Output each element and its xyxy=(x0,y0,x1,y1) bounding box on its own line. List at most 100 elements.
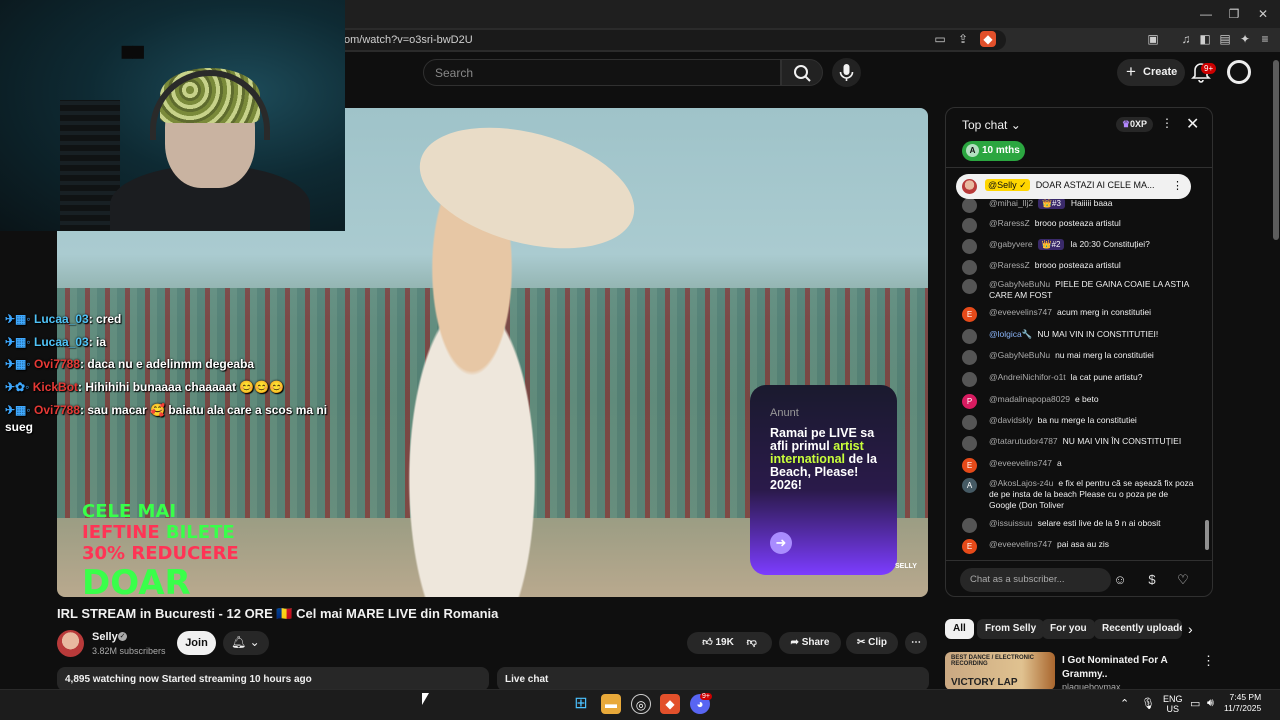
wallet-icon[interactable]: ▤ xyxy=(1217,31,1233,47)
chat-mode-dropdown[interactable]: Top chat ⌄ xyxy=(962,118,1021,132)
chat-author[interactable]: @madalinapopa8029 xyxy=(989,394,1070,404)
chat-author[interactable]: @eveevelins747 xyxy=(989,539,1052,549)
chat-author[interactable]: @RaressZ xyxy=(989,218,1030,228)
chat-avatar[interactable] xyxy=(962,518,977,533)
chat-message[interactable]: @issuissuu selare esti live de la 9 n ai … xyxy=(946,518,1168,533)
chat-author[interactable]: @tatarutudor4787 xyxy=(989,436,1058,446)
more-vertical-icon[interactable]: ⋮ xyxy=(1172,179,1183,192)
chat-avatar[interactable] xyxy=(962,436,977,451)
chat-message[interactable]: E @eveevelins747 a xyxy=(946,458,1070,473)
close-chat-button[interactable]: ✕ xyxy=(1186,114,1199,134)
chat-author[interactable]: @gabyvere xyxy=(989,239,1033,249)
channel-name[interactable]: Selly xyxy=(92,631,118,643)
announcement-card[interactable]: Anunt Ramai pe LIVE sa afli primul artis… xyxy=(750,385,897,575)
chat-author[interactable]: @eveevelins747 xyxy=(989,307,1052,317)
chevron-right-icon[interactable]: › xyxy=(1188,621,1193,637)
chip-all[interactable]: All xyxy=(945,619,974,639)
chat-avatar[interactable] xyxy=(962,198,977,213)
network-icon[interactable]: ▭ xyxy=(1190,697,1200,710)
chat-avatar[interactable] xyxy=(962,415,977,430)
chat-message[interactable]: A @AkosLajos-z4u e fix el pentru că se așe… xyxy=(946,478,1202,511)
search-button[interactable] xyxy=(781,59,823,86)
account-avatar[interactable] xyxy=(1227,60,1251,84)
chat-author[interactable]: @eveevelins747 xyxy=(989,458,1052,468)
chat-avatar[interactable] xyxy=(962,372,977,387)
subscribed-bell-button[interactable]: 🔔︎ ⌄ xyxy=(223,631,269,655)
chat-scrollbar[interactable] xyxy=(1204,173,1209,559)
language-indicator[interactable]: ENG US xyxy=(1163,694,1183,714)
chat-message[interactable]: @tatarutudor4787 NU MAI VIN ÎN CONSTITUȚI… xyxy=(946,436,1189,451)
more-actions-button[interactable]: ⋯ xyxy=(905,632,927,654)
recommended-title[interactable]: I Got Nominated For A Grammy.. xyxy=(1062,654,1200,682)
xp-badge[interactable]: ♛0XP xyxy=(1116,117,1153,132)
join-button[interactable]: Join xyxy=(177,631,216,655)
arrow-right-icon[interactable]: ➜ xyxy=(770,532,792,554)
chat-avatar[interactable] xyxy=(962,329,977,344)
obs-icon[interactable]: ◎ xyxy=(631,694,651,714)
system-clock[interactable]: 7:45 PM 11/7/2025 xyxy=(1224,692,1261,714)
create-button[interactable]: + Create xyxy=(1117,59,1185,86)
volume-icon[interactable]: 🔊︎ xyxy=(1207,697,1214,710)
share-button[interactable]: ➦ Share xyxy=(779,632,841,654)
chat-message[interactable]: @davidskly ba nu merge la constitutiei xyxy=(946,415,1145,430)
chat-menu-button[interactable]: ⋮ xyxy=(1161,116,1173,130)
address-bar[interactable]: om/watch?v=o3sri-bwD2U xyxy=(330,30,1006,50)
chat-author[interactable]: @mihai_llj2 xyxy=(989,198,1033,208)
chat-message[interactable]: @AndreiNichifor-o1t la cat pune artistu? xyxy=(946,372,1151,387)
chat-scroll-thumb[interactable] xyxy=(1205,520,1209,550)
chat-author[interactable]: @AkosLajos-z4u xyxy=(989,478,1053,488)
chat-message[interactable]: @RaressZ brooo posteaza artistul xyxy=(946,218,1129,233)
menu-icon[interactable]: ≡ xyxy=(1257,31,1273,47)
live-chat-bar[interactable]: Live chat xyxy=(497,667,929,691)
membership-pill[interactable]: A 10 mths xyxy=(962,141,1025,161)
file-explorer-icon[interactable]: ▬ xyxy=(601,694,621,714)
chat-message[interactable]: E @eveevelins747 acum merg in constitutiei xyxy=(946,307,1159,322)
chat-avatar[interactable]: E xyxy=(962,307,977,322)
chip-from-selly[interactable]: From Selly xyxy=(977,619,1045,639)
chat-author[interactable]: @issuissuu xyxy=(989,518,1033,528)
sidebar-icon[interactable]: ◧ xyxy=(1197,31,1213,47)
tray-chevron-icon[interactable]: ⌃ xyxy=(1120,697,1129,710)
chat-author[interactable]: @lolgica🔧 xyxy=(989,329,1032,339)
description-box[interactable]: 4,895 watching now Started streaming 10 … xyxy=(57,667,489,691)
channel-avatar[interactable] xyxy=(57,630,84,657)
media-icon[interactable]: ♫ xyxy=(1178,31,1194,47)
page-scrollbar[interactable] xyxy=(1272,52,1280,689)
brave-shields-icon[interactable]: ◆ xyxy=(980,31,996,47)
chip-recently-uploaded[interactable]: Recently uploaded xyxy=(1094,619,1182,639)
chat-message[interactable]: E @eveevelins747 pai asa au zis xyxy=(946,539,1117,554)
chat-message[interactable]: @GabyNeBuNu PIELE DE GAINA COAIE LA ASTIA… xyxy=(946,279,1202,301)
chat-avatar[interactable] xyxy=(962,350,977,365)
chat-message[interactable]: @lolgica🔧 NU MAI VIN IN CONSTITUTIEI! xyxy=(946,329,1166,344)
chat-message[interactable]: @gabyvere 👑#2 la 20:30 Constituției? xyxy=(946,239,1158,254)
like-button[interactable]: 👍︎ 19K xyxy=(702,637,734,648)
cast-icon[interactable]: ▭ xyxy=(932,31,948,47)
chat-avatar[interactable]: P xyxy=(962,394,977,409)
recommended-thumbnail[interactable]: BEST DANCE / ELECTRONIC RECORDING VICTOR… xyxy=(945,652,1055,690)
leo-icon[interactable]: ✦ xyxy=(1237,31,1253,47)
brave-browser-icon[interactable]: ◆ xyxy=(660,694,680,714)
clip-button[interactable]: ✂ Clip xyxy=(846,632,898,654)
chat-avatar[interactable] xyxy=(962,239,977,254)
chat-input[interactable]: Chat as a subscriber... xyxy=(960,568,1111,592)
more-vertical-icon[interactable]: ⋮ xyxy=(1202,653,1215,669)
minimize-button[interactable]: — xyxy=(1198,6,1214,22)
pinned-message[interactable]: @Selly ✓ DOAR ASTAZI AI CELE MA... ⋮ xyxy=(956,174,1191,199)
voice-search-button[interactable] xyxy=(832,58,861,87)
windows-start-icon[interactable]: ⊞ xyxy=(571,694,591,714)
close-window-button[interactable]: ✕ xyxy=(1255,6,1271,22)
search-input[interactable]: Search xyxy=(423,59,781,86)
chat-avatar[interactable] xyxy=(962,218,977,233)
page-scroll-thumb[interactable] xyxy=(1273,60,1279,240)
chat-message[interactable]: @RaressZ brooo posteaza artistul xyxy=(946,260,1129,275)
dislike-button[interactable]: 👎︎ xyxy=(747,637,757,648)
chat-avatar[interactable] xyxy=(962,260,977,275)
emoji-icon[interactable]: ☺ xyxy=(1112,572,1128,588)
chat-author[interactable]: @RaressZ xyxy=(989,260,1030,270)
chat-avatar[interactable]: E xyxy=(962,458,977,473)
maximize-button[interactable]: ❐ xyxy=(1226,6,1242,22)
reader-icon[interactable]: ▣ xyxy=(1145,31,1161,47)
chat-message[interactable]: P @madalinapopa8029 e beto xyxy=(946,394,1107,409)
chat-author[interactable]: @davidskly xyxy=(989,415,1033,425)
chat-avatar[interactable]: A xyxy=(962,478,977,493)
